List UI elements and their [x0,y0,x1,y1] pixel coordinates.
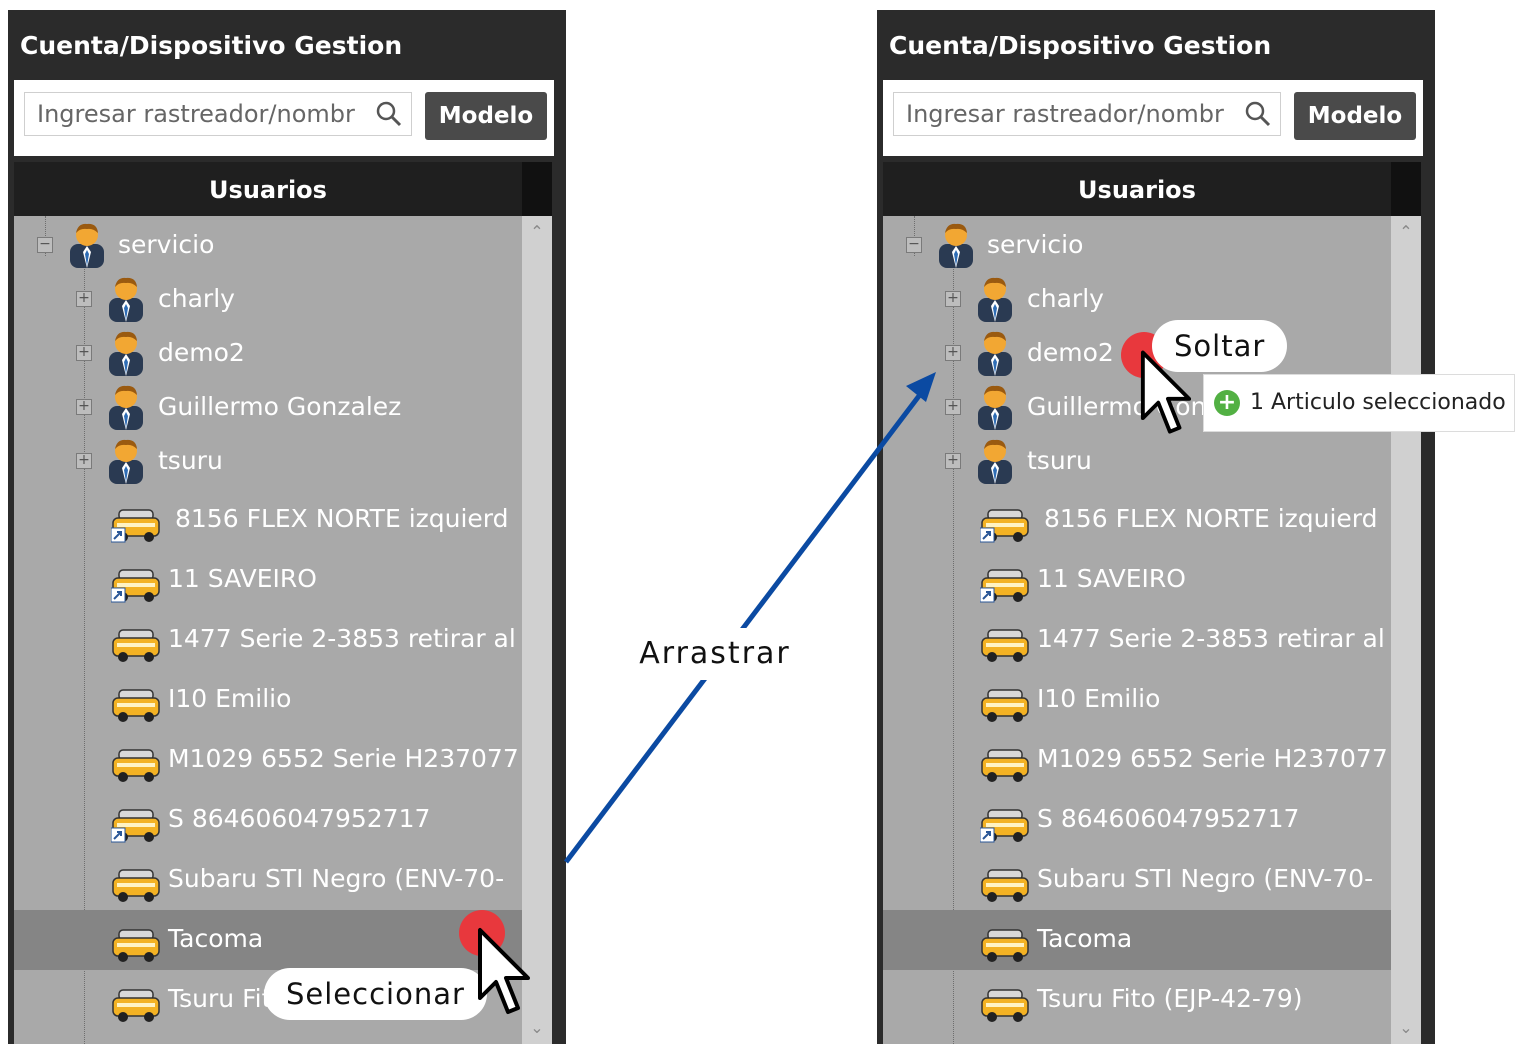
drag-label: Arrastrar [630,628,800,680]
select-annotation: Seleccionar [264,968,487,1020]
drag-arrow [564,372,936,864]
pointer-cursor-icon [1140,350,1192,434]
plus-icon: + [1214,390,1240,416]
drag-tooltip-text: 1 Articulo seleccionado [1250,390,1506,415]
drag-tooltip: + 1 Articulo seleccionado [1203,374,1515,432]
pointer-cursor-icon [478,928,530,1014]
